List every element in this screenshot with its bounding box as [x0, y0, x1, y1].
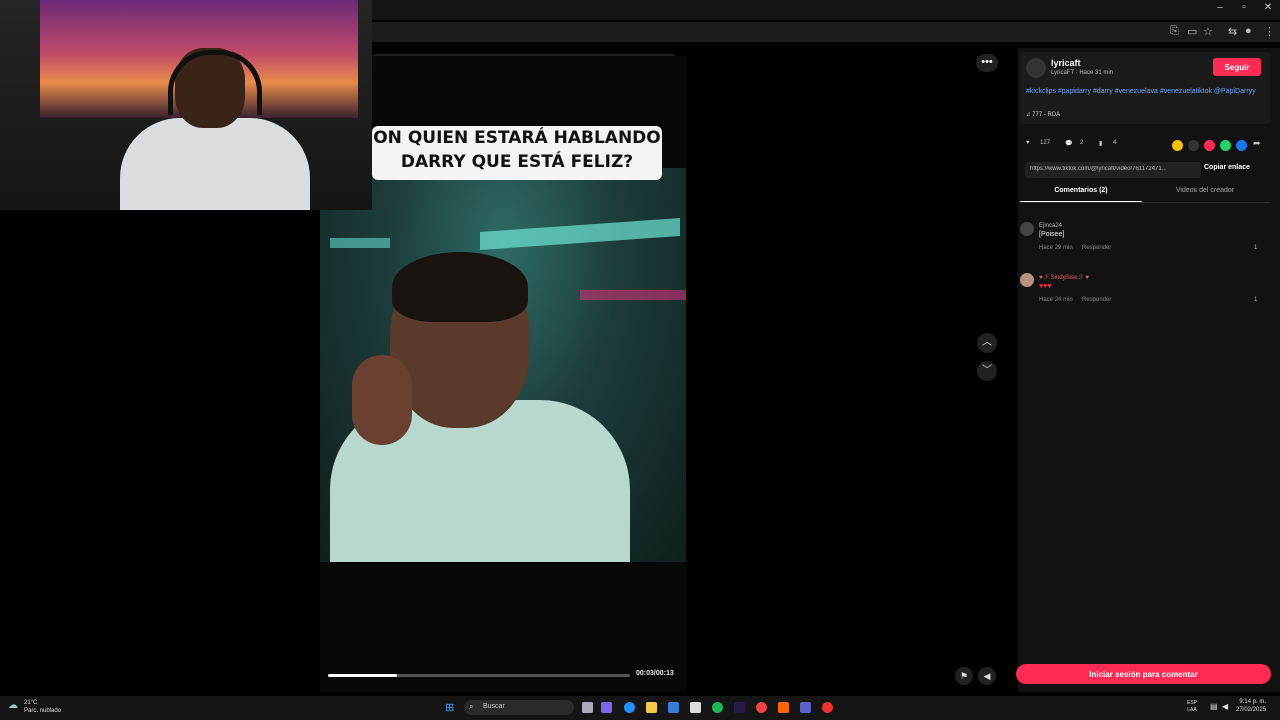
video-scene-light — [330, 238, 390, 248]
weather-temp: 21°C — [24, 700, 38, 706]
video-link[interactable]: https://www.tiktok.com/@lyricaft/video/7… — [1030, 166, 1198, 172]
app-icon[interactable] — [778, 702, 789, 713]
wifi-icon[interactable]: ▤ — [1210, 702, 1218, 711]
language-indicator[interactable]: ESP LAA — [1187, 700, 1197, 714]
caption-line: DARRY QUE ESTÁ FELIZ? — [400, 152, 634, 172]
like-count: 127 — [1040, 140, 1051, 146]
mail-icon[interactable] — [668, 702, 679, 713]
taskbar-search[interactable] — [464, 700, 574, 715]
weather-desc: Parc. nublado — [24, 708, 62, 714]
weather-icon[interactable]: ☁ — [8, 700, 18, 711]
comment-text: [Poisee] — [1039, 231, 1065, 238]
edge-icon[interactable] — [624, 702, 635, 713]
cast-icon[interactable]: ▭ — [1187, 25, 1197, 38]
whatsapp-icon[interactable] — [1220, 140, 1231, 151]
chrome-icon[interactable] — [756, 702, 767, 713]
spotify-icon[interactable] — [712, 702, 723, 713]
comment-text: ♥♥♥ — [1039, 283, 1052, 290]
store-icon[interactable] — [690, 702, 701, 713]
maximize-icon[interactable]: ▫ — [1234, 2, 1254, 13]
clock-date: 27/02/2025 — [1236, 707, 1267, 713]
reply-button[interactable]: Responder — [1082, 297, 1111, 303]
save-count: 4 — [1113, 140, 1117, 146]
share-arrow-icon[interactable]: ➦ — [1253, 138, 1261, 149]
caption-line: ON QUIEN ESTARÁ HABLANDO — [373, 128, 661, 148]
heart-icon[interactable]: ♥ — [1026, 140, 1030, 146]
lang-line: LAA — [1187, 707, 1197, 713]
video-caption: ON QUIEN ESTARÁ HABLANDO DARRY QUE ESTÁ … — [372, 126, 662, 180]
send-share-icon[interactable] — [1204, 140, 1215, 151]
translate-icon[interactable]: ⎘ — [1170, 25, 1179, 38]
video-person — [392, 252, 528, 322]
comment-time: Hace 24 min — [1039, 297, 1073, 303]
taskbar — [0, 696, 1280, 720]
copy-link-button[interactable]: Copiar enlace — [1204, 164, 1250, 171]
tab-creator-videos[interactable]: Videos del creador — [1144, 187, 1266, 194]
comment-like-count[interactable]: 1 — [1254, 245, 1257, 251]
webcam-person — [120, 118, 310, 210]
comment-time: Hace 29 min — [1039, 245, 1073, 251]
video-person — [352, 355, 412, 445]
profile-icon[interactable]: ● — [1245, 25, 1252, 37]
comment-avatar[interactable] — [1020, 222, 1034, 236]
video-description[interactable]: #kickclips #papidarry #darry #venezuelav… — [1026, 87, 1266, 97]
comment-username[interactable]: Ejinca24 — [1039, 223, 1062, 229]
progress-fill — [328, 674, 398, 677]
tabs-divider — [1020, 202, 1270, 203]
lang-line: ESP — [1187, 700, 1198, 706]
close-icon[interactable]: ✕ — [1258, 2, 1278, 13]
comment-like-count[interactable]: 1 — [1254, 297, 1257, 303]
search-icon: ⌕ — [469, 702, 474, 711]
task-view-icon[interactable] — [582, 702, 593, 713]
chevron-up-icon[interactable]: ︿ — [977, 333, 997, 353]
follow-button[interactable]: Seguir — [1213, 58, 1261, 76]
embed-icon[interactable] — [1188, 140, 1199, 151]
chevron-down-icon[interactable]: ﹀ — [977, 361, 997, 381]
comment-icon[interactable]: 💬 — [1065, 140, 1072, 147]
tab-comments[interactable]: Comentarios (2) — [1020, 187, 1142, 194]
extensions-icon[interactable]: ⇆ — [1228, 25, 1237, 38]
active-tab-indicator — [1020, 201, 1142, 202]
reply-button[interactable]: Responder — [1082, 245, 1111, 251]
clock-time: 9:14 p. m. — [1239, 699, 1267, 705]
speaker-icon[interactable]: ◀ — [1222, 702, 1228, 711]
avatar[interactable] — [1026, 58, 1046, 78]
creator-info: LyricaFT · Hace 31 min — [1051, 70, 1114, 76]
premiere-icon[interactable] — [734, 702, 745, 713]
minimize-icon[interactable]: – — [1210, 2, 1230, 13]
webcam-overlay — [0, 0, 372, 210]
browser-icon[interactable] — [822, 702, 833, 713]
address-bar[interactable] — [360, 22, 1280, 42]
file-explorer-icon[interactable] — [646, 702, 657, 713]
teams-icon[interactable] — [800, 702, 811, 713]
comment-avatar[interactable] — [1020, 273, 1034, 287]
menu-icon[interactable]: ⋮ — [1264, 25, 1275, 38]
weather-widget[interactable]: 21°C Parc. nublado — [24, 699, 61, 715]
video-time: 00:03/00:13 — [636, 670, 674, 677]
star-icon[interactable]: ☆ — [1203, 25, 1213, 38]
volume-icon[interactable]: ◀ — [978, 667, 996, 685]
copilot-icon[interactable] — [601, 702, 612, 713]
facebook-icon[interactable] — [1236, 140, 1247, 151]
comment-count: 2 — [1080, 140, 1084, 146]
video-scene-light — [580, 290, 686, 300]
more-options-button[interactable]: ••• — [976, 54, 998, 72]
taskbar-search-label: Buscar — [483, 703, 505, 710]
music-link[interactable]: ♫ 777 - RDA — [1026, 112, 1060, 118]
creator-username[interactable]: lyricaft — [1051, 58, 1081, 68]
report-icon[interactable]: ⚑ — [955, 667, 973, 685]
clock[interactable]: 9:14 p. m. 27/02/2025 — [1236, 698, 1266, 714]
bookmark-icon[interactable]: ▮ — [1099, 140, 1102, 147]
headset-icon — [168, 50, 262, 115]
comment-username[interactable]: ♥ ℱ.SindySiso.ℱ ♥ — [1039, 274, 1089, 281]
login-to-comment-button[interactable]: Iniciar sesión para comentar — [1016, 664, 1271, 684]
windows-start-icon[interactable]: ⊞ — [445, 701, 454, 714]
emoji-share-icon[interactable] — [1172, 140, 1183, 151]
